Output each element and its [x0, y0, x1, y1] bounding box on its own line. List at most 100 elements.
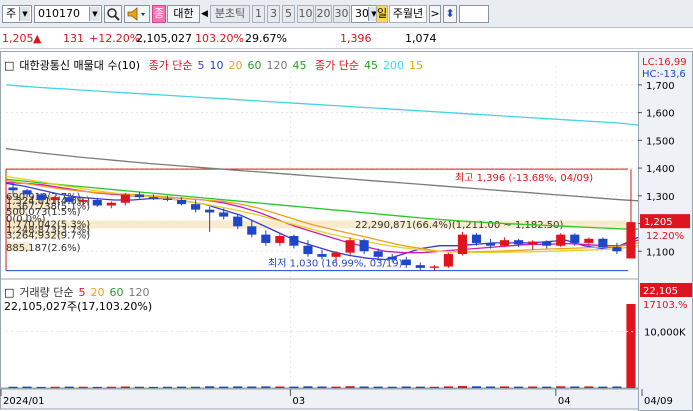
period-label: 20 [316, 7, 331, 20]
legend-ma20: 20 [228, 59, 243, 72]
volume-bar [528, 386, 538, 388]
current-price: 1,205 [2, 32, 34, 45]
volume-ratio: 103.20% [195, 32, 244, 45]
updown-arrow-icon[interactable]: ⬍ [443, 5, 457, 23]
candle-body [317, 254, 327, 257]
candle-body [261, 234, 271, 243]
legend-ma-title: 종가 단순 [148, 59, 193, 72]
legend-ma15: 15 [409, 59, 424, 72]
type-select[interactable]: 주 ▼ [2, 5, 32, 23]
candle-body [120, 194, 130, 203]
volume-bar [22, 386, 32, 388]
stock-flag-badge[interactable]: 종 [152, 5, 166, 23]
volume-bar [120, 386, 130, 388]
extra-input[interactable] [459, 5, 489, 23]
candle-body [205, 209, 215, 213]
current-volume-pct: 17103.% [643, 300, 688, 311]
volume-bar [191, 386, 201, 388]
candle-body [50, 197, 60, 200]
up-triangle-icon: ▲ [33, 32, 42, 45]
tab-day[interactable]: 일 [376, 5, 388, 23]
legend-stock-name: 대한광통신 매물대 수(10) [19, 59, 141, 72]
legend-ma45: 45 [292, 59, 307, 72]
tab-period-1[interactable]: 1 [252, 5, 265, 23]
volume-bar [162, 386, 173, 388]
volume-bar [387, 386, 397, 388]
candle-body [359, 240, 369, 252]
candle-body [485, 242, 496, 246]
volume-bar [415, 386, 425, 388]
candle-body [134, 194, 144, 198]
volume-bar [598, 386, 608, 388]
candle-body [345, 240, 355, 253]
volume-bar [106, 386, 116, 388]
type-select-value: 주 [6, 7, 17, 20]
volume-bar [457, 386, 468, 388]
volume-bar [626, 304, 636, 388]
volume-profile-note: 22,290,871(66.4%)(1,211.00 ~ 1,182.50) [355, 220, 564, 231]
tab-period-10[interactable]: 10 [297, 5, 314, 23]
chevron-down-icon[interactable]: ▼ [89, 7, 100, 21]
candle-body [500, 240, 510, 246]
chevron-right-icon[interactable]: > [429, 5, 441, 23]
price-chart[interactable]: 1,7001,6001,5001,4001,3001,2001,100LC:16… [0, 51, 693, 411]
hc-label: HC:-13,6 [642, 69, 686, 80]
volume-bar [331, 386, 341, 388]
high-note: 최고 1,396 (-13.68%, 04/09) [455, 172, 593, 184]
search-icon [107, 8, 120, 21]
stock-flag-text: 종 [153, 7, 165, 20]
tab-period-20[interactable]: 20 [315, 5, 332, 23]
x-axis-strip [0, 388, 639, 410]
volume-y-tick-label: 10,000K [644, 328, 686, 339]
volume-bar [134, 386, 144, 388]
candle-body [612, 247, 622, 252]
stock-name-text: 대한 [173, 7, 194, 20]
candle-body [556, 234, 566, 246]
candle-body [78, 199, 88, 202]
x-tick-label: 04 [558, 396, 571, 407]
tab-period-30[interactable]: 30 [333, 5, 350, 23]
high-price: 1,396 [340, 32, 372, 45]
tab-period-3[interactable]: 3 [267, 5, 280, 23]
period-label: 10 [298, 7, 313, 20]
volume-bar [584, 386, 594, 388]
tab-week-month-year[interactable]: 주월년 [389, 5, 427, 23]
search-button[interactable] [104, 5, 122, 23]
candle-body [191, 204, 201, 210]
volume-bar [275, 386, 285, 388]
lc-label: LC:16,99 [642, 57, 687, 68]
y-tick-label: 1,600 [646, 109, 675, 120]
candle-body [598, 238, 608, 248]
volume-bar [443, 386, 453, 388]
volume-bar [247, 386, 257, 388]
stock-name-field[interactable]: 대한 [167, 5, 200, 23]
checkbox-icon[interactable]: □ [4, 59, 14, 72]
legend-ma120: 120 [266, 59, 288, 72]
volume-bar [401, 386, 411, 388]
volume-bar [92, 386, 102, 388]
volume-bar [78, 386, 88, 388]
candle-body [570, 234, 580, 243]
volume-bar [345, 386, 355, 388]
period-label: 3 [270, 7, 277, 20]
chart-area[interactable]: 1,7001,6001,5001,4001,3001,2001,100LC:16… [0, 51, 693, 411]
volume-bar [50, 386, 60, 388]
y-tick-label: 1,300 [646, 192, 675, 203]
legend-ma60: 60 [247, 59, 262, 72]
y-tick-label: 1,500 [646, 136, 675, 147]
candle-body [289, 236, 299, 246]
speaker-icon [127, 7, 145, 21]
volume-bar [500, 386, 510, 388]
tab-day-label: 일 [377, 7, 388, 20]
candle-body [36, 194, 46, 200]
volume-bar [8, 386, 18, 388]
current-pct-label: 12.20% [646, 231, 684, 242]
code-select[interactable]: 010170 ▼ [34, 5, 102, 23]
tab-tick[interactable]: 분초틱 [210, 5, 250, 23]
sound-button[interactable] [124, 5, 150, 23]
candle-body [247, 226, 257, 235]
volume-bar [176, 386, 187, 388]
tab-period-5[interactable]: 5 [282, 5, 295, 23]
chevron-down-icon[interactable]: ▼ [19, 7, 30, 21]
volume-bar [233, 386, 243, 388]
